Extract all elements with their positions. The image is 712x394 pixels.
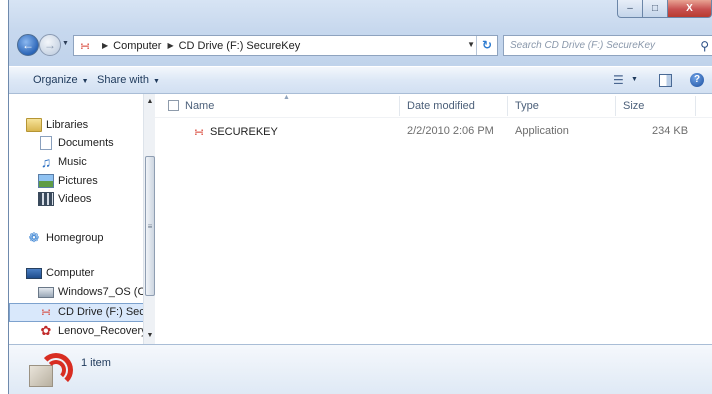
item-count: 1 item <box>81 357 111 369</box>
size-cell: 234 KB <box>652 125 689 137</box>
sidebar-item-music[interactable]: ♫ Music <box>38 155 87 169</box>
sidebar-item-cd-drive[interactable]: ∺ CD Drive (F:) Secu <box>38 305 151 319</box>
sidebar-item-label: CD Drive (F:) Secu <box>58 306 151 318</box>
signal-wave-inner <box>46 360 66 380</box>
organize-label[interactable]: Organize <box>33 74 78 86</box>
address-bar[interactable]: ∺ ▶ Computer ▶ CD Drive (F:) SecureKey ▼… <box>73 35 498 56</box>
sidebar-item-label: Videos <box>58 193 92 205</box>
navigation-pane: Libraries Documents ♫ Music Pictures Vid… <box>9 94 155 344</box>
breadcrumb-computer[interactable]: ▶ Computer <box>100 40 161 52</box>
libraries-icon <box>26 118 42 132</box>
scroll-up-icon[interactable]: ▲ <box>145 96 155 108</box>
refresh-button[interactable]: ↻ <box>476 36 497 55</box>
date-modified-cell: 2/2/2010 2:06 PM <box>407 125 494 137</box>
close-button[interactable]: X <box>668 0 712 18</box>
sidebar-item-lenovo-recovery[interactable]: ✿ Lenovo_Recovery <box>38 324 147 338</box>
recent-pages-dropdown[interactable]: ▼ <box>62 40 69 47</box>
search-input[interactable]: Search CD Drive (F:) SecureKey <box>510 40 655 51</box>
table-row[interactable]: ∺ SECUREKEY 2/2/2010 2:06 PM Application… <box>155 122 712 142</box>
file-name[interactable]: SECUREKEY <box>210 126 278 138</box>
minimize-button[interactable]: – <box>617 0 643 18</box>
column-divider[interactable] <box>399 96 400 116</box>
address-dropdown-icon[interactable]: ▼ <box>467 40 475 49</box>
breadcrumb-separator-icon[interactable]: ▶ <box>102 41 108 50</box>
command-bar: Organize ▼ Share with ▼ ☰ ▼ ? <box>9 66 712 94</box>
maximize-button[interactable]: □ <box>643 0 668 18</box>
column-size[interactable]: Size <box>623 100 644 112</box>
scroll-thumb[interactable]: ≡ <box>145 156 155 296</box>
sidebar-item-label: Homegroup <box>46 232 104 244</box>
change-view-icon[interactable]: ☰ <box>613 73 624 87</box>
type-cell: Application <box>515 125 569 137</box>
breadcrumb-label[interactable]: CD Drive (F:) SecureKey <box>179 40 301 52</box>
music-icon: ♫ <box>40 154 52 170</box>
homegroup-icon: ❁ <box>28 230 40 245</box>
drive-icon <box>38 286 54 298</box>
preview-pane-icon[interactable] <box>659 74 672 87</box>
navigation-bar: ← → ▼ ∺ ▶ Computer ▶ CD Drive (F:) Secur… <box>9 31 712 61</box>
sort-ascending-icon: ▲ <box>283 94 290 101</box>
select-all-checkbox[interactable] <box>168 100 179 111</box>
chevron-down-icon[interactable]: ▼ <box>82 78 89 85</box>
application-icon: ∺ <box>193 125 205 139</box>
column-header: Name ▲ Date modified Type Size <box>155 94 712 118</box>
sidebar-item-label: Documents <box>58 137 114 149</box>
sidebar-item-libraries[interactable]: Libraries <box>26 118 88 132</box>
documents-icon <box>40 136 52 150</box>
sidebar-item-label: Libraries <box>46 119 89 131</box>
back-button[interactable]: ← <box>17 34 39 56</box>
sidebar-item-homegroup[interactable]: ❁ Homegroup <box>26 230 104 245</box>
breadcrumb-label[interactable]: Computer <box>113 40 161 52</box>
sidebar-item-label: Pictures <box>58 175 98 187</box>
chevron-down-icon[interactable]: ▼ <box>153 78 160 85</box>
share-with-label[interactable]: Share with <box>97 74 149 86</box>
breadcrumb-cd-drive[interactable]: ▶ CD Drive (F:) SecureKey <box>165 40 300 52</box>
scroll-down-icon[interactable]: ▼ <box>145 330 155 342</box>
column-name[interactable]: Name <box>185 100 214 112</box>
file-name-cell[interactable]: ∺ SECUREKEY <box>191 125 278 139</box>
sidebar-item-windows7-os[interactable]: Windows7_OS (C <box>38 286 145 298</box>
pictures-icon <box>38 174 54 188</box>
sidebar-item-label: Lenovo_Recovery <box>58 325 147 337</box>
recovery-drive-icon: ✿ <box>40 323 52 338</box>
column-divider[interactable] <box>615 96 616 116</box>
cd-drive-icon: ∺ <box>40 305 52 319</box>
organize-button[interactable]: Organize ▼ <box>33 74 89 86</box>
navigation-scrollbar[interactable]: ▲ ≡ ▼ <box>143 94 155 344</box>
search-box[interactable]: Search CD Drive (F:) SecureKey ⚲ <box>503 35 712 56</box>
sidebar-item-computer[interactable]: Computer <box>26 267 94 279</box>
search-icon[interactable]: ⚲ <box>700 37 709 56</box>
share-with-button[interactable]: Share with ▼ <box>97 74 160 86</box>
sidebar-item-label: Music <box>58 156 87 168</box>
computer-icon <box>26 267 42 279</box>
details-pane: 1 item <box>9 344 712 394</box>
sidebar-item-label: Computer <box>46 267 95 279</box>
sidebar-item-label: Windows7_OS (C <box>58 286 146 298</box>
sidebar-item-pictures[interactable]: Pictures <box>38 174 98 188</box>
forward-button[interactable]: → <box>39 34 61 56</box>
help-icon[interactable]: ? <box>690 73 704 87</box>
explorer-window: – □ X ← → ▼ ∺ ▶ Computer ▶ CD Drive (F:)… <box>8 0 712 394</box>
sidebar-item-documents[interactable]: Documents <box>38 136 114 150</box>
breadcrumb-separator-icon[interactable]: ▶ <box>167 41 173 50</box>
cd-drive-icon: ∺ <box>79 38 91 53</box>
column-date-modified[interactable]: Date modified <box>407 100 475 112</box>
cd-drive-large-icon <box>29 351 73 391</box>
column-type[interactable]: Type <box>515 100 539 112</box>
view-options-dropdown-icon[interactable]: ▼ <box>631 76 638 83</box>
column-divider[interactable] <box>695 96 696 116</box>
videos-icon <box>38 192 54 206</box>
sidebar-item-videos[interactable]: Videos <box>38 192 91 206</box>
caption-buttons: – □ X <box>617 0 712 20</box>
column-divider[interactable] <box>507 96 508 116</box>
file-list: Name ▲ Date modified Type Size ∺ SECUREK… <box>155 94 712 344</box>
